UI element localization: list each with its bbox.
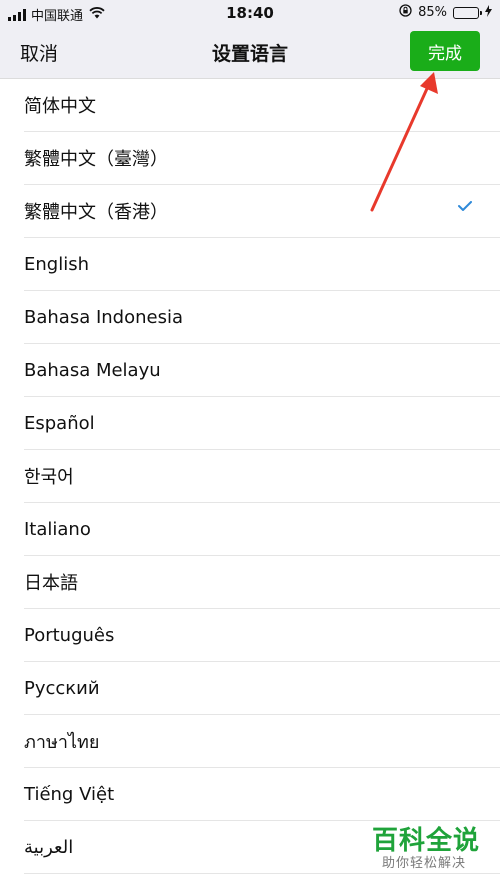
language-label: Bahasa Melayu (24, 359, 161, 381)
watermark: 百科全说 助你轻松解决 (372, 826, 492, 882)
language-item[interactable]: English (24, 238, 500, 291)
status-right: 85% (399, 4, 492, 21)
language-label: 繁體中文（臺灣） (24, 149, 168, 170)
language-item[interactable]: Italiano (24, 503, 500, 556)
language-label: 简体中文 (24, 96, 96, 117)
language-label: Italiano (24, 518, 91, 540)
language-label: ภาษาไทย (24, 731, 100, 753)
language-label: العربية (24, 836, 74, 858)
checkmark-icon (458, 201, 472, 211)
language-item[interactable]: 日本語 (24, 556, 500, 609)
charging-icon (485, 4, 492, 21)
red-arrow-annotation (370, 72, 438, 212)
language-item[interactable]: 한국어 (24, 450, 500, 503)
language-label: Tiếng Việt (24, 783, 115, 805)
language-label: Español (24, 412, 95, 434)
language-label: Русский (24, 677, 100, 699)
language-label: English (24, 253, 89, 275)
battery-percent: 85% (418, 5, 447, 20)
language-item[interactable]: Tiếng Việt (24, 768, 500, 821)
language-label: 日本語 (24, 573, 78, 594)
language-item[interactable]: Русский (24, 662, 500, 715)
language-item[interactable]: ภาษาไทย (24, 715, 500, 768)
orientation-lock-icon (399, 4, 412, 21)
language-item[interactable]: Español (24, 397, 500, 450)
language-item[interactable]: Bahasa Melayu (24, 344, 500, 397)
language-label: Português (24, 624, 115, 646)
battery-icon (453, 6, 482, 19)
status-bar: 中国联通 18:40 85% (0, 0, 500, 26)
language-item[interactable]: Português (24, 609, 500, 662)
language-item[interactable]: Bahasa Indonesia (24, 291, 500, 344)
watermark-subtitle: 助你轻松解决 (382, 856, 467, 871)
language-label: 한국어 (24, 467, 74, 488)
language-label: Bahasa Indonesia (24, 306, 183, 328)
cancel-button[interactable]: 取消 (20, 39, 58, 66)
watermark-title: 百科全说 (372, 826, 481, 856)
language-label: 繁體中文（香港） (24, 202, 168, 223)
